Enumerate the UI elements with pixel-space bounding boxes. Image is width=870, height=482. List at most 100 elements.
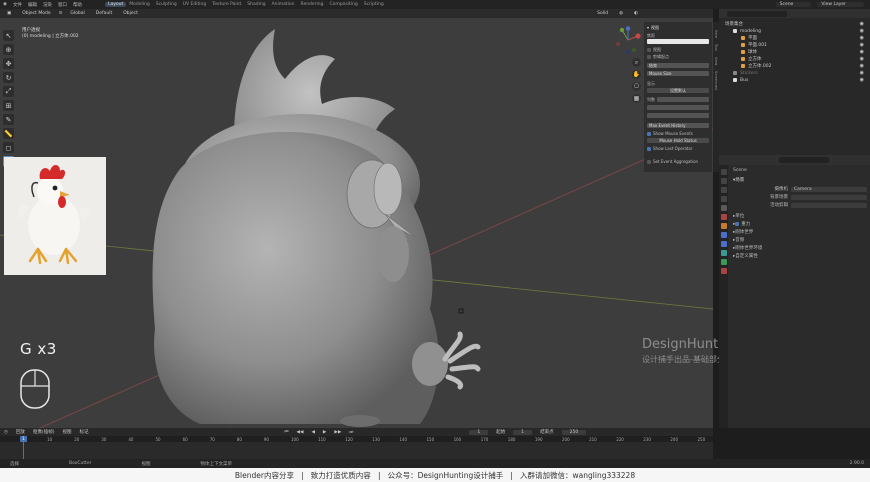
- audio-section[interactable]: ▸ 音频: [733, 237, 867, 244]
- mode-selector[interactable]: Object Mode: [19, 11, 54, 16]
- view-layer-selector[interactable]: View Layer: [817, 2, 864, 7]
- background-scene-field[interactable]: [791, 194, 867, 200]
- navigation-gizmo[interactable]: [614, 26, 642, 54]
- outliner-item[interactable]: 球体 ◉: [719, 49, 870, 55]
- rotate-tool-icon[interactable]: ↻: [3, 72, 14, 83]
- outliner-item[interactable]: modeling ◉: [719, 28, 870, 34]
- outliner-item[interactable]: 立方体 ◉: [719, 56, 870, 62]
- eye-icon[interactable]: ◉: [860, 35, 864, 41]
- tab-modeling[interactable]: Modeling: [126, 2, 152, 7]
- eye-icon[interactable]: ◉: [860, 70, 864, 76]
- timeline-editor-icon[interactable]: ◷: [4, 430, 8, 435]
- 3d-viewport[interactable]: [0, 9, 713, 428]
- play-icon[interactable]: ▶: [323, 430, 326, 435]
- mouse-size-field[interactable]: Mouse Size: [647, 71, 709, 76]
- outliner-item[interactable]: 平面 ◉: [719, 35, 870, 41]
- tab-animation[interactable]: Animation: [269, 2, 298, 7]
- show-last-operator-checkbox[interactable]: [647, 146, 651, 151]
- jump-start-icon[interactable]: ⏮: [284, 429, 288, 435]
- npanel-tab-view[interactable]: View: [714, 57, 718, 65]
- tab-shading[interactable]: Shading: [244, 2, 268, 7]
- camera-view-icon[interactable]: ⎔: [632, 82, 641, 91]
- move-tool-icon[interactable]: ✥: [3, 58, 14, 69]
- rigid-body-env-section[interactable]: ▸ 刚体世界环境: [733, 245, 867, 252]
- annotate-tool-icon[interactable]: ✎: [3, 114, 14, 125]
- select-tool-icon[interactable]: ↖: [3, 30, 14, 41]
- eye-icon[interactable]: ◉: [860, 77, 864, 83]
- xray-toggle[interactable]: ◐: [631, 11, 641, 16]
- timeline-track[interactable]: [0, 442, 713, 459]
- tab-compositing[interactable]: Compositing: [327, 2, 361, 7]
- npanel-tab-screencast[interactable]: Screencast: [714, 71, 718, 90]
- set-default-button[interactable]: 设置默认: [647, 88, 709, 93]
- tab-rendering[interactable]: Rendering: [298, 2, 327, 7]
- units-section[interactable]: ▸ 单位: [733, 213, 867, 220]
- focal-length-field[interactable]: [647, 39, 709, 44]
- outliner-item[interactable]: 立方体.002 ◉: [719, 63, 870, 69]
- menu-help[interactable]: 帮助: [70, 2, 85, 8]
- menu-file[interactable]: 文件: [10, 2, 25, 8]
- shading-mode[interactable]: Solid: [594, 11, 612, 16]
- eye-icon[interactable]: ◉: [860, 63, 864, 69]
- offset-field[interactable]: [647, 105, 709, 110]
- mouse-hold-status-select[interactable]: Mouse Hold Status: [647, 138, 709, 143]
- lock-checkbox[interactable]: [647, 47, 651, 52]
- current-frame-field[interactable]: 1: [469, 429, 489, 435]
- select-object[interactable]: Object: [120, 11, 141, 16]
- eye-icon[interactable]: ◉: [860, 56, 864, 62]
- offset-field-2[interactable]: [647, 113, 709, 118]
- scene-tab-icon[interactable]: [720, 205, 727, 211]
- outliner-scene-collection[interactable]: 场景集合 ◉: [719, 21, 870, 27]
- view-layer-tab-icon[interactable]: [720, 196, 727, 202]
- outliner-item[interactable]: Stickers ◉: [719, 70, 870, 76]
- tool-tab-icon[interactable]: [720, 169, 727, 175]
- keying-menu[interactable]: 抠像(插帧): [33, 429, 55, 435]
- editor-type-icon[interactable]: ▣: [4, 11, 15, 16]
- end-frame-field[interactable]: 250: [561, 429, 587, 435]
- tab-uv-editing[interactable]: UV Editing: [180, 2, 209, 7]
- scene-section-header[interactable]: ▾ 场景: [733, 177, 867, 184]
- eye-icon[interactable]: ◉: [860, 42, 864, 48]
- material-tab-icon[interactable]: [720, 268, 727, 274]
- outliner-search[interactable]: [727, 10, 787, 17]
- modifier-tab-icon[interactable]: [720, 232, 727, 238]
- columns-field[interactable]: [657, 97, 709, 102]
- outliner-item[interactable]: Bus ◉: [719, 77, 870, 83]
- rigid-body-section[interactable]: ▸ 刚体世界: [733, 229, 867, 236]
- camera-field[interactable]: Camera: [791, 186, 867, 192]
- zoom-icon[interactable]: ⌕: [632, 58, 641, 67]
- drag-default[interactable]: Default: [92, 11, 116, 16]
- cursor-tool-icon[interactable]: ⊕: [3, 44, 14, 55]
- properties-search[interactable]: [779, 157, 829, 163]
- physics-tab-icon[interactable]: [720, 250, 727, 256]
- object-tab-icon[interactable]: [720, 223, 727, 229]
- particles-tab-icon[interactable]: [720, 241, 727, 247]
- tab-sculpting[interactable]: Sculpting: [153, 2, 180, 7]
- scale-tool-icon[interactable]: ⤢: [3, 86, 14, 97]
- jump-end-icon[interactable]: ⏭: [349, 429, 353, 435]
- tab-layout[interactable]: Layout: [104, 2, 127, 7]
- play-reverse-icon[interactable]: ◀: [311, 430, 314, 435]
- start-frame-field[interactable]: 1: [513, 429, 533, 435]
- menu-window[interactable]: 窗口: [55, 2, 70, 8]
- view-menu[interactable]: ≡: [59, 11, 63, 16]
- view-menu-timeline[interactable]: 视图: [62, 429, 71, 435]
- clip-start-field[interactable]: 结束: [647, 63, 709, 68]
- npanel-tab-tool[interactable]: Tool: [714, 44, 718, 51]
- prev-key-icon[interactable]: ◀◀: [297, 430, 304, 435]
- marker-menu[interactable]: 标记: [79, 429, 88, 435]
- outliner-item[interactable]: 平面.001 ◉: [719, 42, 870, 48]
- custom-props-section[interactable]: ▸ 自定义属性: [733, 253, 867, 260]
- world-tab-icon[interactable]: [720, 214, 727, 220]
- active-clip-field[interactable]: [791, 202, 867, 208]
- measure-tool-icon[interactable]: 📏: [3, 128, 14, 139]
- tab-scripting[interactable]: Scripting: [361, 2, 387, 7]
- playback-menu[interactable]: 回放: [16, 429, 25, 435]
- blender-logo-icon[interactable]: ◉: [0, 2, 10, 7]
- next-key-icon[interactable]: ▶▶: [334, 430, 341, 435]
- show-mouse-events-checkbox[interactable]: [647, 131, 651, 136]
- output-tab-icon[interactable]: [720, 187, 727, 193]
- eye-icon[interactable]: ◉: [860, 21, 864, 27]
- playhead[interactable]: 1: [20, 436, 27, 442]
- gravity-section[interactable]: ▸ 重力: [733, 221, 867, 228]
